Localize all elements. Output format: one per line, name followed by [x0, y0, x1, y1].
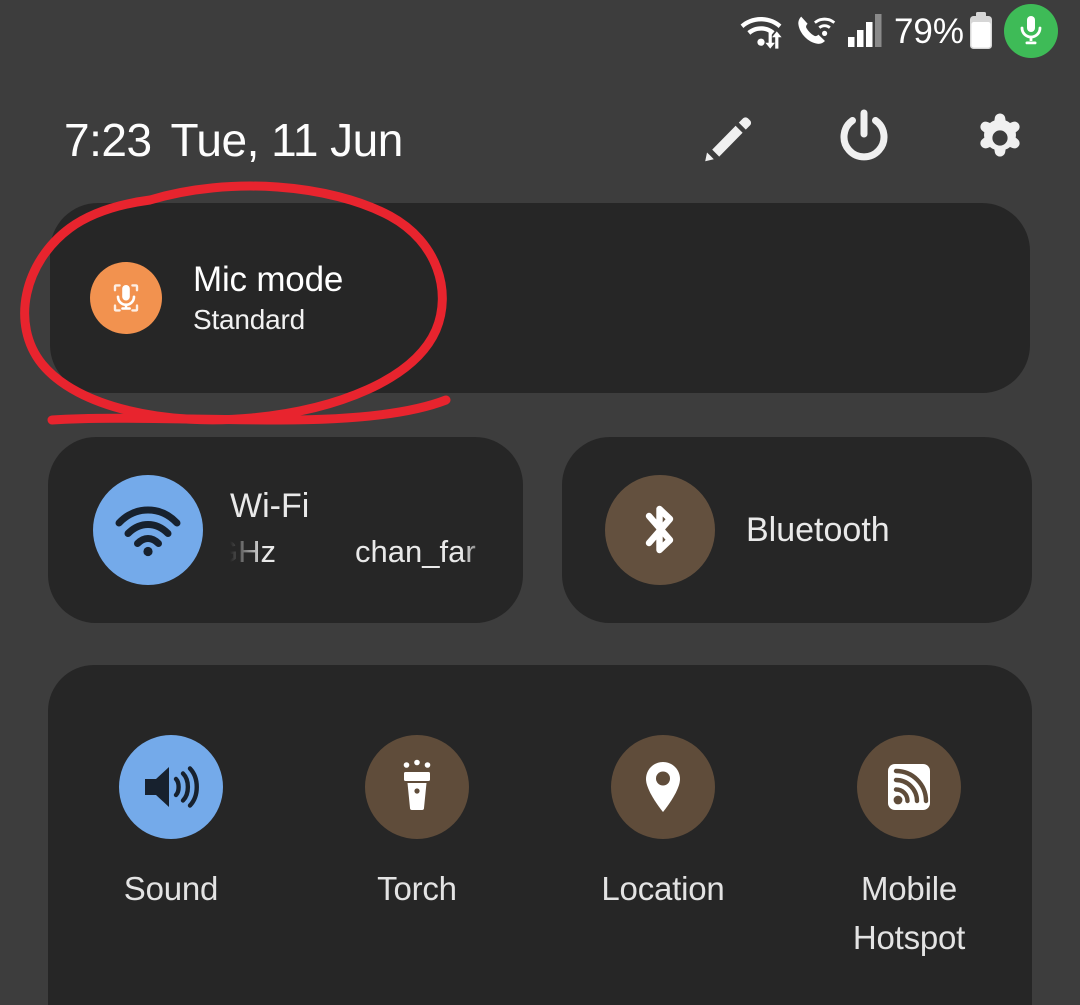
clock-date[interactable]: Tue, 11 Jun: [171, 117, 404, 163]
mic-mode-title: Mic mode: [193, 259, 344, 299]
power-icon: [835, 109, 893, 172]
mic-mode-tile[interactable]: Mic mode Standard: [50, 203, 1030, 393]
qs-tile-mobile-hotspot[interactable]: Mobile Hotspot: [786, 735, 1032, 963]
hotspot-icon: [857, 735, 961, 839]
microphone-icon: [90, 262, 162, 334]
bluetooth-tile[interactable]: Bluetooth: [562, 437, 1032, 623]
power-button[interactable]: [836, 109, 892, 168]
location-pin-icon: [611, 735, 715, 839]
qs-tile-sound[interactable]: Sound: [48, 735, 294, 963]
qs-label-location: Location: [601, 870, 725, 907]
qs-label-torch: Torch: [377, 870, 457, 907]
header-actions: [700, 109, 1028, 168]
edit-button[interactable]: [700, 112, 756, 168]
quick-settings-panel: 79% 7:23 Tue, 11 Jun Mic mode Standard W…: [0, 0, 1080, 1005]
gear-icon: [972, 110, 1028, 171]
volume-up-icon: [119, 735, 223, 839]
wifi-title: Wi-Fi: [230, 487, 310, 525]
wifi-icon: [93, 475, 203, 585]
qs-tile-location[interactable]: Location: [540, 735, 786, 963]
pencil-icon: [701, 111, 755, 170]
quick-settings-grid-panel: Sound Torch Location Mobile Hotspot: [48, 665, 1032, 1005]
wifi-calling-icon: [794, 11, 836, 51]
qs-tile-torch[interactable]: Torch: [294, 735, 540, 963]
qs-label-sound: Sound: [123, 870, 219, 907]
clock-time[interactable]: 7:23: [64, 117, 152, 163]
settings-button[interactable]: [972, 112, 1028, 168]
battery-percent-label: 79%: [893, 11, 964, 51]
wifi-tile[interactable]: Wi-Fi GHz chan_far: [48, 437, 523, 623]
cellular-signal-icon: [847, 12, 884, 50]
flashlight-icon: [365, 735, 469, 839]
clock-and-date[interactable]: 7:23 Tue, 11 Jun: [64, 117, 403, 163]
wifi-data-transfer-icon: [740, 11, 784, 51]
battery-icon: [968, 11, 994, 51]
bluetooth-icon: [605, 475, 715, 585]
qs-label-mobile-hotspot: Mobile Hotspot: [852, 870, 966, 956]
qs-header: 7:23 Tue, 11 Jun: [0, 96, 1080, 184]
mic-mode-subtitle: Standard: [193, 303, 306, 335]
bluetooth-title: Bluetooth: [746, 511, 890, 549]
wifi-network-marquee: GHz chan_far: [230, 533, 492, 571]
wifi-subtitle-right: chan_far: [355, 534, 476, 569]
wifi-subtitle-left: GHz: [230, 534, 276, 569]
status-bar: 79%: [0, 0, 1080, 62]
microphone-privacy-indicator-icon: [1004, 4, 1058, 58]
